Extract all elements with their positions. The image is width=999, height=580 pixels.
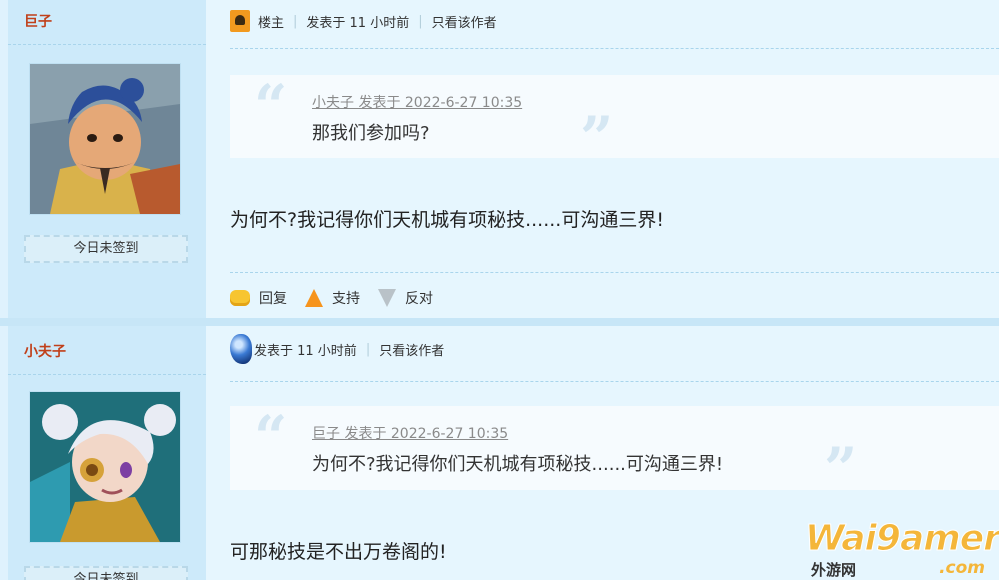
site-watermark-logo: Wai9amer 外游网 .com [805,518,999,580]
post-main: 楼主 | 发表于 11 小时前 | 只看该作者 “ ” 小夫子 发表于 2022… [206,0,999,318]
divider [8,44,206,45]
quote-text: 那我们参加吗? [312,123,430,144]
divider [230,381,999,382]
author-sidebar: 巨子 今日未签到 [8,0,206,318]
separator: | [365,341,371,357]
oppose-button[interactable]: 反对 [378,288,433,308]
close-quote-icon: ” [824,435,858,503]
separator: | [418,13,423,29]
post: 巨子 今日未签到 楼主 | 发表于 11 小时前 | 只看该作者 “ ” 小夫子… [0,0,999,318]
post-time: 发表于 11 小时前 [254,343,357,359]
post-separator [0,318,999,326]
divider [8,374,206,375]
only-author-link[interactable]: 只看该作者 [379,340,444,359]
quote-cite-link[interactable]: 小夫子 发表于 2022-6-27 10:35 [312,92,522,112]
close-quote-icon: ” [580,104,614,172]
post-actions: 回复 支持 反对 [230,288,451,308]
post-content: 可那秘技是不出万卷阁的! [230,541,447,563]
only-author-link[interactable]: 只看该作者 [432,12,497,31]
blue-gem-icon [230,334,252,364]
quote-cite-link[interactable]: 巨子 发表于 2022-6-27 10:35 [312,423,508,443]
divider [230,48,999,49]
post-meta: 楼主 | 发表于 11 小时前 | 只看该作者 [230,8,497,34]
quote-text: 为何不?我记得你们天机城有项秘技......可沟通三界! [312,454,724,475]
reply-label: 回复 [259,291,287,307]
support-button[interactable]: 支持 [305,288,360,308]
watermark-cn: 外游网 [811,561,857,579]
landlord-badge-icon [230,10,250,32]
reply-button[interactable]: 回复 [230,288,287,308]
separator: | [293,13,298,29]
speech-bubble-icon [230,290,250,306]
post-meta: 发表于 11 小时前 | 只看该作者 [230,334,444,364]
oppose-label: 反对 [405,291,433,307]
arrow-down-icon [378,289,396,307]
author-name[interactable]: 小夫子 [24,341,66,361]
divider [230,272,999,273]
avatar[interactable] [30,64,180,214]
watermark-brand: Wai9amer [805,518,999,560]
author-sidebar: 小夫子 今日未签到 [8,326,206,580]
watermark-domain: .com [939,558,985,578]
quote-block: “ ” 巨子 发表于 2022-6-27 10:35 为何不?我记得你们天机城有… [230,403,999,498]
open-quote-icon: “ [254,72,288,140]
post-content: 为何不?我记得你们天机城有项秘技......可沟通三界! [230,209,664,231]
quote-block: “ ” 小夫子 发表于 2022-6-27 10:35 那我们参加吗? [230,72,999,167]
author-name[interactable]: 巨子 [24,11,52,31]
arrow-up-icon [305,289,323,307]
owner-label: 楼主 [258,15,285,31]
avatar-image [30,392,180,542]
signin-status[interactable]: 今日未签到 [24,235,188,263]
avatar-image [30,64,180,214]
post-time: 发表于 11 小时前 [306,15,410,31]
support-label: 支持 [332,291,360,307]
avatar[interactable] [30,392,180,542]
open-quote-icon: “ [254,403,288,471]
signin-status[interactable]: 今日未签到 [24,566,188,580]
